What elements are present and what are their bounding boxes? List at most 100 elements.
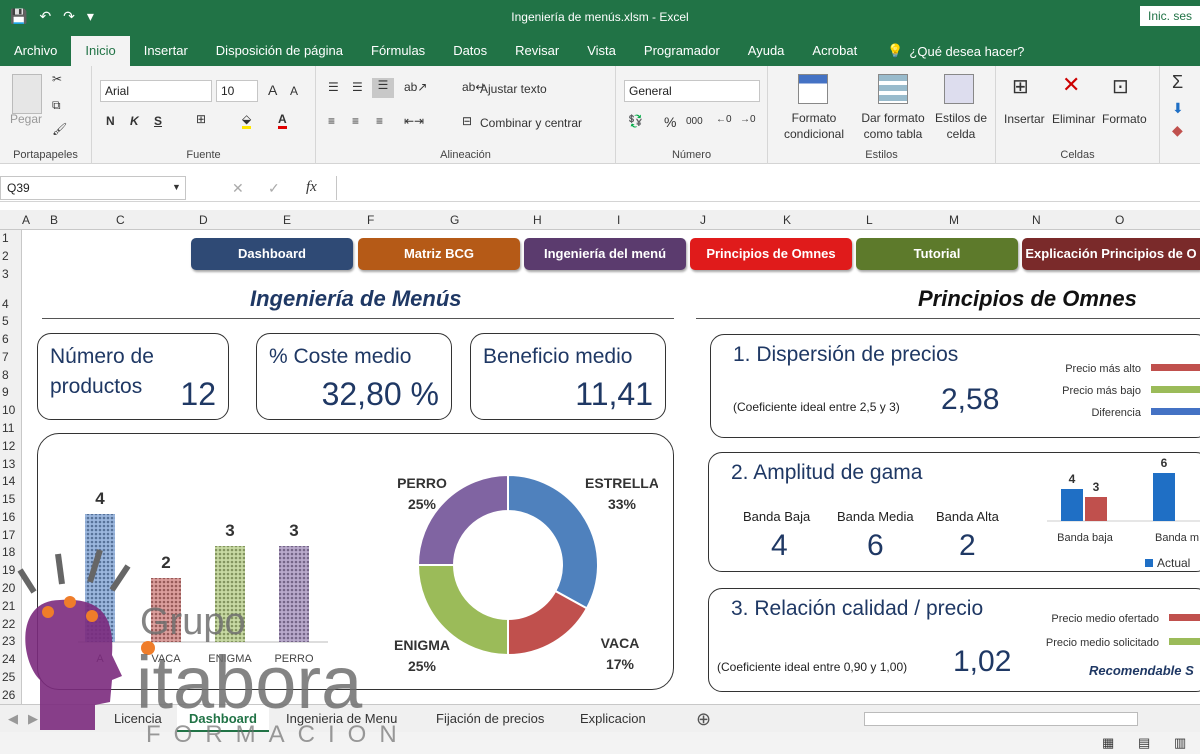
format-painter-icon[interactable]: 🖌 [52,122,67,136]
shrink-font-icon[interactable]: A [290,84,298,98]
row-header[interactable]: 7 [2,350,9,364]
column-header[interactable]: I [617,213,620,227]
align-left-icon[interactable]: ≡ [328,114,335,128]
name-box-dropdown-icon[interactable]: ▼ [172,182,181,192]
decrease-decimal-icon[interactable]: →0 [740,114,756,125]
nav-button-tutorial[interactable]: Tutorial [856,238,1018,270]
insert-cells-button[interactable]: Insertar [1004,112,1045,126]
column-header[interactable]: L [866,213,873,227]
column-header[interactable]: M [949,213,959,227]
tab-inicio[interactable]: Inicio [71,36,130,66]
column-header[interactable]: O [1115,213,1124,227]
page-break-icon[interactable]: ▥ [1174,735,1186,751]
sheet-tab-dashboard[interactable]: Dashboard [177,705,269,733]
delete-cells-icon[interactable]: ✕ [1062,72,1080,98]
underline-button[interactable]: S [154,114,162,128]
number-format-select[interactable]: General [624,80,760,102]
row-header[interactable]: 16 [2,510,15,524]
orientation-icon[interactable]: ab↗ [404,80,427,94]
column-header[interactable]: D [199,213,208,227]
nav-button-matriz-bcg[interactable]: Matriz BCG [358,238,520,270]
page-layout-icon[interactable]: ▤ [1138,735,1150,751]
wrap-text-button[interactable]: Ajustar texto [480,82,547,96]
tab-datos[interactable]: Datos [439,36,501,66]
column-header[interactable]: F [367,213,374,227]
nav-button-explicacion-omnes[interactable]: Explicación Principios de O [1022,238,1200,270]
indent-icon[interactable]: ⇤⇥ [404,114,424,128]
format-table-icon[interactable] [878,74,908,104]
cell-styles-button[interactable]: Estilos de celda [932,110,990,142]
delete-cells-button[interactable]: Eliminar [1052,112,1095,126]
tab-ayuda[interactable]: Ayuda [734,36,799,66]
tab-acrobat[interactable]: Acrobat [798,36,871,66]
column-header[interactable]: H [533,213,542,227]
row-header[interactable]: 5 [2,314,9,328]
row-header[interactable]: 22 [2,617,15,631]
tab-revisar[interactable]: Revisar [501,36,573,66]
column-header[interactable]: C [116,213,125,227]
align-bottom-icon[interactable]: ☰ [372,78,394,98]
name-box[interactable]: Q39 [0,176,186,200]
tab-vista[interactable]: Vista [573,36,630,66]
row-header[interactable]: 9 [2,385,9,399]
insert-function-button[interactable]: fx [306,179,317,196]
paste-icon[interactable] [12,74,42,114]
conditional-format-button[interactable]: Formato condicional [774,110,854,142]
increase-decimal-icon[interactable]: ←0 [716,114,732,125]
tab-programador[interactable]: Programador [630,36,734,66]
row-header[interactable]: 3 [2,267,9,281]
clear-icon[interactable]: ◆ [1172,122,1183,139]
row-header[interactable]: 1 [2,231,9,245]
align-center-icon[interactable]: ≡ [352,114,359,128]
font-size-select[interactable]: 10 [216,80,258,102]
row-header[interactable]: 24 [2,652,15,666]
nav-button-principios-omnes[interactable]: Principios de Omnes [690,238,852,270]
column-header[interactable]: G [450,213,459,227]
row-header[interactable]: 2 [2,249,9,263]
insert-cells-icon[interactable]: ⊞ [1012,74,1029,99]
sheet-tab-fijacion[interactable]: Fijación de precios [424,705,556,733]
sheet-tab-licencia[interactable]: Licencia [102,705,174,733]
conditional-format-icon[interactable] [798,74,828,104]
row-header[interactable]: 15 [2,492,15,506]
row-header[interactable]: 12 [2,439,15,453]
row-header[interactable]: 26 [2,688,15,702]
prev-sheet-icon[interactable]: ◀ [8,705,18,733]
row-header[interactable]: 10 [2,403,15,417]
tell-me-box[interactable]: 💡 ¿Qué desea hacer? [871,43,1024,59]
column-header[interactable]: N [1032,213,1041,227]
signin-button[interactable]: Inic. ses [1139,6,1200,26]
row-header[interactable]: 4 [2,297,9,311]
sheet-tab-ingenieria[interactable]: Ingenieria de Menu [274,705,409,733]
tab-archivo[interactable]: Archivo [0,36,71,66]
cancel-icon[interactable]: ✕ [232,180,244,197]
tab-disposicion[interactable]: Disposición de página [202,36,357,66]
cell-styles-icon[interactable] [944,74,974,104]
row-header[interactable]: 23 [2,634,15,648]
next-sheet-icon[interactable]: ▶ [28,705,38,733]
nav-button-ingenieria-menu[interactable]: Ingeniería del menú [524,238,686,270]
currency-icon[interactable]: 💱 [628,114,643,128]
merge-icon[interactable]: ⊟ [462,114,472,128]
column-header[interactable]: J [700,213,706,227]
row-header[interactable]: 19 [2,563,15,577]
font-color-icon[interactable]: A [278,112,287,129]
format-cells-icon[interactable]: ⊡ [1112,74,1129,99]
enter-icon[interactable]: ✓ [268,180,280,197]
copy-icon[interactable]: ⧉ [52,98,61,113]
grow-font-icon[interactable]: A [268,82,277,98]
row-header[interactable]: 17 [2,528,15,542]
merge-center-button[interactable]: Combinar y centrar [480,116,582,130]
row-header[interactable]: 6 [2,332,9,346]
format-table-button[interactable]: Dar formato como tabla [856,110,930,142]
italic-button[interactable]: K [130,114,139,128]
align-right-icon[interactable]: ≡ [376,114,383,128]
autosum-icon[interactable]: Σ [1172,72,1183,93]
column-header[interactable]: K [783,213,791,227]
cut-icon[interactable]: ✂ [52,72,62,86]
font-name-select[interactable]: Arial [100,80,212,102]
normal-view-icon[interactable]: ▦ [1102,735,1114,751]
percent-button[interactable]: % [664,114,676,130]
tab-insertar[interactable]: Insertar [130,36,202,66]
format-cells-button[interactable]: Formato [1102,112,1147,126]
